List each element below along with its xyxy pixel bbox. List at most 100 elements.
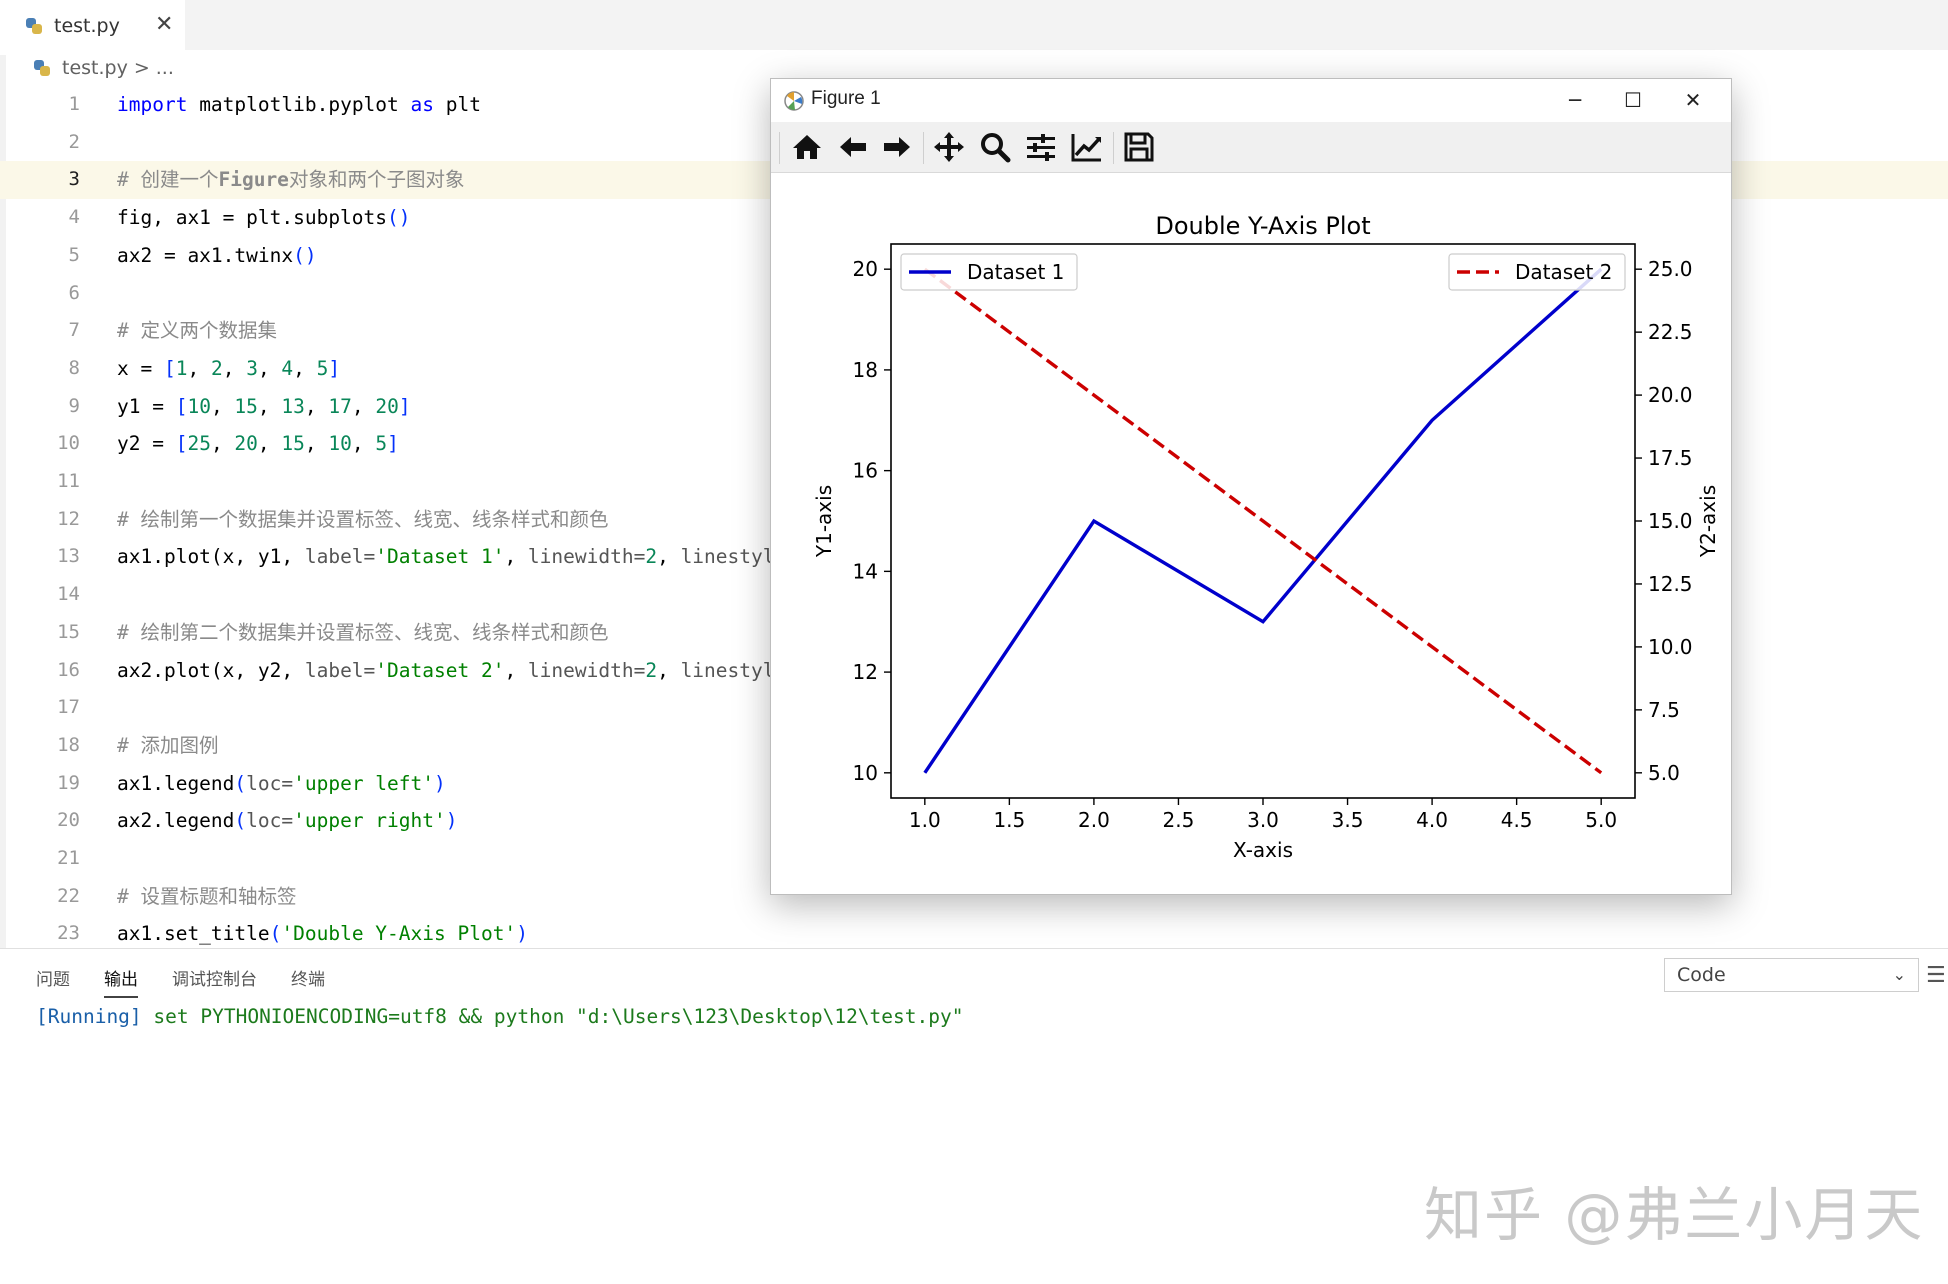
forward-arrow-icon[interactable]: [879, 129, 915, 165]
plot-canvas[interactable]: Double Y-Axis Plot 1.0 1.5 2.0 2.5 3.0 3.5 4.0 4…: [771, 173, 1729, 893]
y-tick-label: 20: [853, 257, 878, 281]
toolbar-separator: [1113, 132, 1114, 164]
line-number: 4: [68, 206, 80, 229]
y2-axis-label: Y2-axis: [1696, 485, 1720, 558]
x-tick-label: 4.5: [1501, 808, 1533, 832]
close-button[interactable]: ✕: [1673, 85, 1713, 115]
line-number: 1: [68, 93, 80, 115]
code-text: y2 = [25, 20, 15, 10, 5]: [117, 432, 399, 456]
line-number: 18: [57, 733, 80, 756]
line-number: 22: [57, 884, 80, 907]
matplotlib-logo-icon: [784, 91, 804, 111]
y2-tick-label: 17.5: [1648, 446, 1693, 470]
y2-tick-label: 22.5: [1648, 320, 1693, 344]
line-number: 7: [68, 319, 80, 342]
legend-label-1: Dataset 1: [967, 260, 1064, 284]
line-number: 21: [57, 847, 80, 869]
line-number: 15: [57, 620, 80, 643]
output-text: [Running] set PYTHONIOENCODING=utf8 && p…: [36, 1005, 964, 1028]
y2-tick-label: 20.0: [1648, 383, 1693, 407]
code-text: y1 = [10, 15, 13, 17, 20]: [117, 394, 411, 418]
code-text: fig, ax1 = plt.subplots(): [117, 206, 411, 230]
x-tick-label: 3.0: [1247, 808, 1279, 832]
breadcrumb-separator-icon: >: [133, 57, 150, 79]
tab-problems[interactable]: 问题: [36, 965, 70, 998]
list-menu-icon[interactable]: ☰: [1926, 963, 1946, 988]
save-icon[interactable]: [1121, 129, 1157, 165]
y-tick-label: 10: [853, 761, 878, 785]
figure-window[interactable]: Figure 1 ─ ☐ ✕ Double Y-Axis Plot 1.0 1.…: [770, 78, 1732, 895]
pan-icon[interactable]: [931, 129, 967, 165]
y-tick-label: 12: [853, 660, 878, 684]
code-comment: # 设置标题和轴标签: [117, 884, 297, 908]
toolbar-separator: [779, 132, 780, 164]
y-tick-label: 16: [853, 459, 878, 483]
line-number: 3: [68, 168, 80, 191]
x-tick-label: 1.5: [993, 808, 1025, 832]
code-text: import matplotlib.pyplot as plt: [117, 93, 481, 116]
code-comment: # 创建一个Figure对象和两个子图对象: [117, 168, 465, 192]
code-text: ax1.plot(x, y1, label='Dataset 1', linew…: [117, 545, 775, 569]
home-icon[interactable]: [789, 129, 825, 165]
zoom-icon[interactable]: [977, 129, 1013, 165]
x-axis-label: X-axis: [1233, 838, 1293, 862]
minimize-button[interactable]: ─: [1555, 85, 1595, 115]
line-number: 13: [57, 545, 80, 568]
line-number: 12: [57, 507, 80, 530]
chevron-down-icon: ⌄: [1892, 965, 1906, 984]
code-text: ax2.plot(x, y2, label='Dataset 2', linew…: [117, 658, 775, 682]
code-text: ax2.legend(loc='upper right'): [117, 809, 458, 833]
edit-axis-icon[interactable]: [1069, 129, 1105, 165]
y2-tick-label: 5.0: [1648, 761, 1680, 785]
x-tick-label: 1.0: [909, 808, 941, 832]
figure-title-bar[interactable]: Figure 1 ─ ☐ ✕: [771, 79, 1731, 122]
line-number: 11: [57, 470, 80, 492]
tab-test-py[interactable]: test.py ✕: [0, 0, 185, 50]
series-line-2: [923, 267, 1603, 775]
code-text: x = [1, 2, 3, 4, 5]: [117, 356, 341, 380]
breadcrumb-more[interactable]: ...: [156, 57, 174, 79]
y2-tick-label: 25.0: [1648, 257, 1693, 281]
code-comment: # 添加图例: [117, 733, 219, 757]
y2-tick-label: 15.0: [1648, 509, 1693, 533]
line-number: 19: [57, 771, 80, 794]
y2-tick-label: 12.5: [1648, 572, 1693, 596]
x-tick-label: 3.5: [1332, 808, 1364, 832]
y-axis-label: Y1-axis: [812, 485, 836, 558]
code-comment: # 绘制第一个数据集并设置标签、线宽、线条样式和颜色: [117, 507, 609, 531]
line-number: 6: [68, 281, 80, 304]
code-comment: # 定义两个数据集: [117, 319, 277, 343]
line-number: 10: [57, 432, 80, 455]
line-number: 17: [57, 696, 80, 719]
y-tick-label: 14: [853, 559, 878, 583]
watermark: 知乎 @弗兰小月天: [1424, 1181, 1925, 1249]
line-number: 2: [68, 130, 80, 153]
line-number: 14: [57, 583, 80, 606]
output-channel-select[interactable]: Code ⌄: [1664, 958, 1919, 992]
code-text: ax1.legend(loc='upper left'): [117, 771, 446, 795]
tab-debug-console[interactable]: 调试控制台: [172, 965, 257, 998]
editor-tab-bar: test.py ✕: [0, 0, 1948, 50]
back-arrow-icon[interactable]: [835, 129, 871, 165]
y2-tick-label: 10.0: [1648, 635, 1693, 659]
breadcrumb-file[interactable]: test.py: [62, 57, 128, 79]
output-channel-value: Code: [1677, 964, 1726, 986]
tab-output[interactable]: 输出: [104, 965, 138, 998]
maximize-button[interactable]: ☐: [1613, 85, 1653, 115]
x-tick-label: 2.5: [1163, 808, 1195, 832]
y2-tick-label: 7.5: [1648, 698, 1680, 722]
line-number: 16: [57, 658, 80, 681]
code-text: ax2 = ax1.twinx(): [117, 243, 317, 267]
close-icon[interactable]: ✕: [155, 12, 173, 37]
python-file-icon: [24, 16, 44, 36]
figure-title: Figure 1: [811, 88, 881, 109]
legend-label-2: Dataset 2: [1515, 260, 1612, 284]
y-tick-label: 18: [853, 358, 878, 382]
tab-label: test.py: [54, 15, 120, 37]
line-number: 9: [68, 394, 80, 417]
panel-tabs: 问题 输出 调试控制台 终端: [36, 965, 325, 998]
x-tick-label: 2.0: [1078, 808, 1110, 832]
x-tick-label: 4.0: [1416, 808, 1448, 832]
tab-terminal[interactable]: 终端: [291, 965, 325, 998]
configure-subplots-icon[interactable]: [1023, 129, 1059, 165]
